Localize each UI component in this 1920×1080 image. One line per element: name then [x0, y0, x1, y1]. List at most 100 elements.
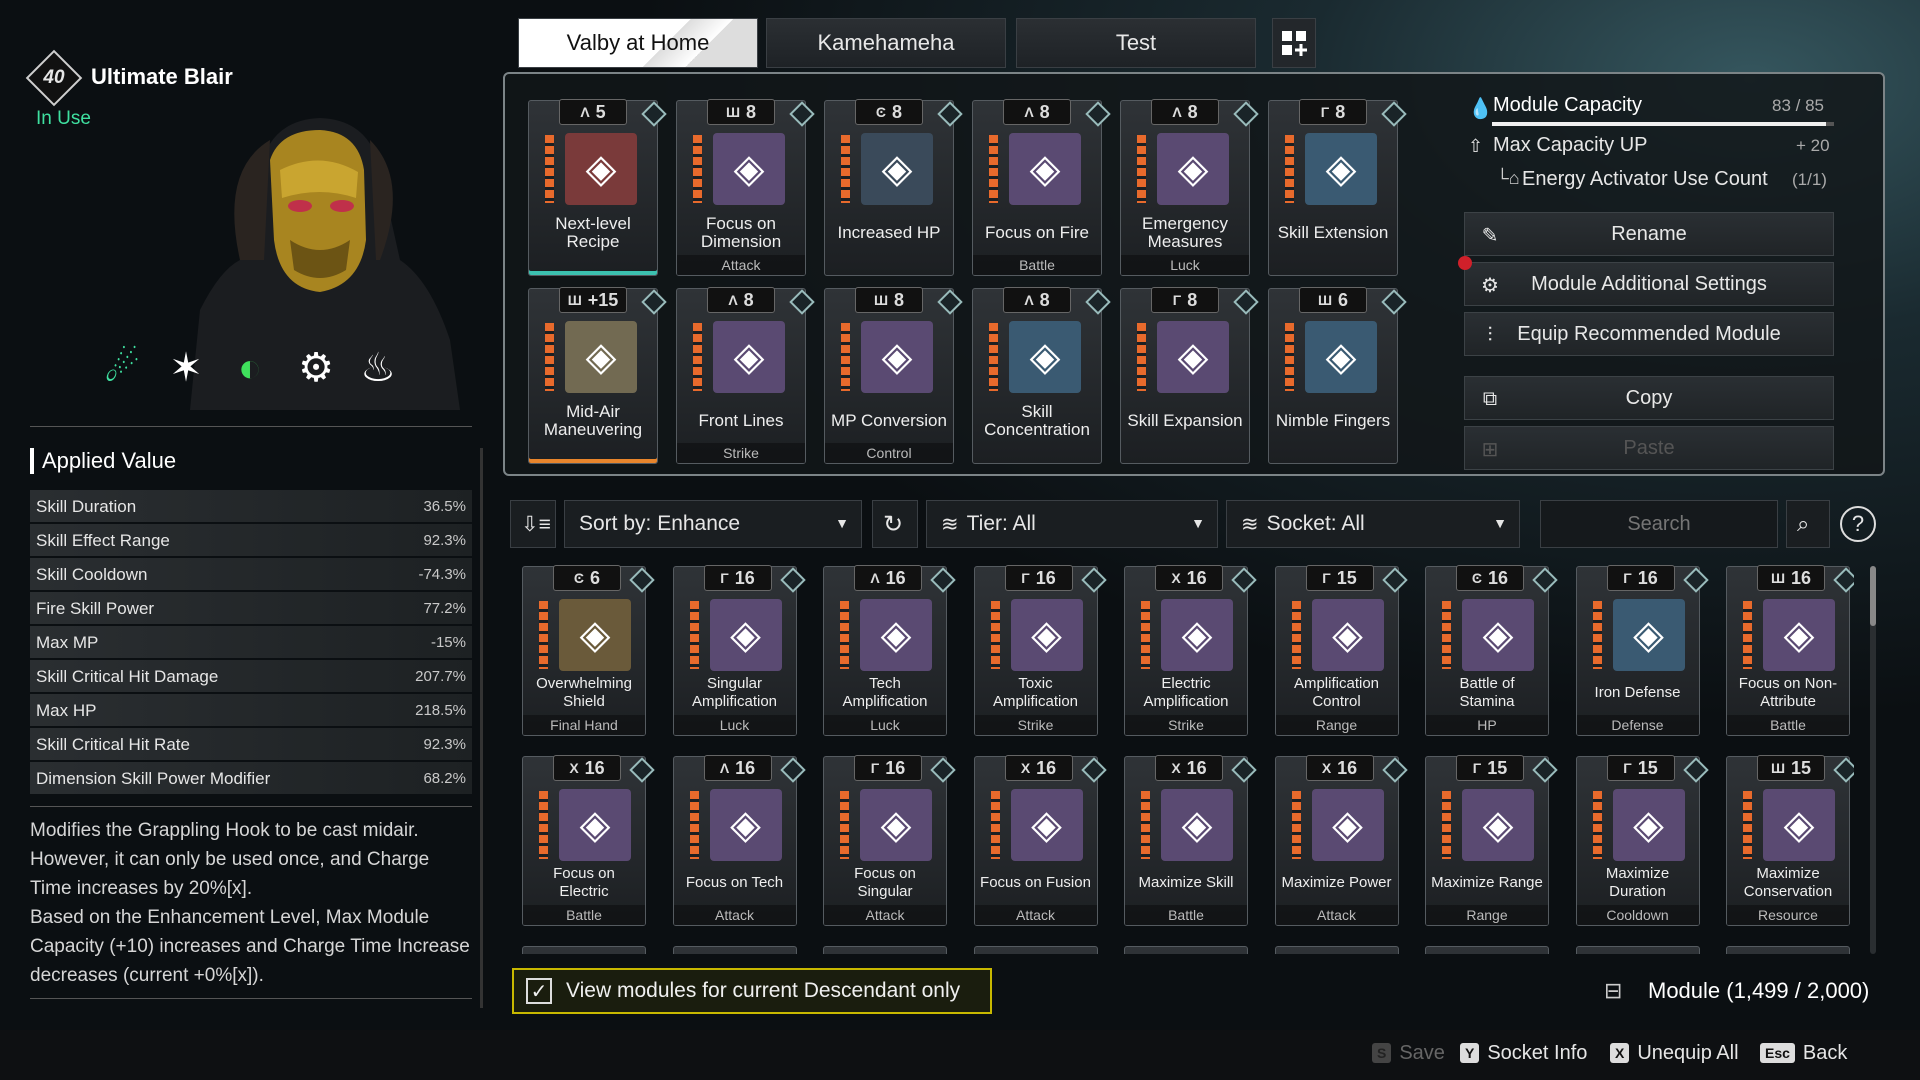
module-category: Defense — [1576, 715, 1699, 735]
module-card[interactable] — [1274, 946, 1399, 954]
capacity-cost: 16 — [1637, 567, 1658, 588]
module-name: Focus on Tech — [685, 874, 784, 891]
tab-loadout-2[interactable]: Kamehameha — [766, 18, 1006, 68]
capacity-cost: 8 — [1335, 101, 1346, 122]
tier-dropdown[interactable]: ≋ Tier: All ▼ — [926, 500, 1218, 548]
module-card[interactable] — [1575, 946, 1700, 954]
module-card[interactable] — [672, 946, 797, 954]
tab-loadout-1[interactable]: Valby at Home — [518, 18, 758, 68]
module-icon: ◈ — [1157, 321, 1229, 393]
enhance-level-bars — [693, 323, 702, 391]
current-descendant-only-checkbox[interactable]: ✓ View modules for current Descendant onl… — [512, 968, 992, 1014]
module-name: Battle of Stamina — [1459, 675, 1515, 710]
module-card[interactable]: Ш 15 ◈ Maximize Conservation Resource — [1726, 755, 1854, 926]
reset-filter-button[interactable]: ↻ — [872, 500, 918, 548]
module-card[interactable]: Λ 5 ◈ Next-level Recipe — [528, 99, 667, 276]
add-grid-icon — [1282, 31, 1307, 56]
module-card[interactable]: Ш 8 ◈ MP Conversion Control — [824, 287, 963, 464]
enhance-level-bars — [989, 323, 998, 391]
socket-cost-badge: Χ 16 — [1305, 755, 1374, 781]
status-label: In Use — [36, 108, 91, 129]
paste-icon: ⊞ — [1481, 438, 1499, 461]
module-name: Overwhelming Shield — [536, 675, 632, 710]
search-input[interactable] — [1540, 500, 1778, 548]
module-card[interactable]: Γ 15 ◈ Maximize Duration Cooldown — [1575, 755, 1709, 926]
socket-cost-badge: Ш 16 — [1757, 565, 1825, 591]
module-card[interactable]: Ш 8 ◈ Focus on Dimension Attack — [676, 99, 815, 276]
module-card[interactable]: Ͼ 6 ◈ Overwhelming Shield Final Hand — [522, 565, 655, 736]
save-key-hint[interactable]: S Save — [1372, 1040, 1445, 1066]
socket-cost-badge: Γ 16 — [854, 755, 922, 781]
module-icon: ◈ — [559, 599, 631, 671]
module-name: Maximize Skill — [1138, 874, 1234, 891]
stat-row: Skill Cooldown -74.3% — [30, 558, 472, 592]
socket-type-icon: Γ — [870, 760, 880, 776]
back-key-hint[interactable]: Esc Back — [1760, 1040, 1847, 1066]
module-card[interactable]: Ш 16 ◈ Focus on Non-Attribute Battle — [1726, 565, 1854, 736]
grid-scroll-thumb[interactable] — [1870, 566, 1876, 626]
module-card[interactable]: Ш +15 ◈ Mid-Air Maneuvering — [528, 287, 667, 464]
module-card[interactable]: Γ 16 ◈ Focus on Singular Attack — [823, 755, 956, 926]
module-card[interactable]: Ͼ 8 ◈ Increased HP — [824, 99, 963, 276]
module-card[interactable]: Χ 16 ◈ Focus on Fusion Attack — [973, 755, 1107, 926]
module-card[interactable]: Λ 16 ◈ Tech Amplification Luck — [823, 565, 956, 736]
rename-button[interactable]: ✎ Rename — [1464, 212, 1834, 256]
module-card[interactable]: Χ 16 ◈ Focus on Electric Battle — [522, 755, 655, 926]
module-card[interactable] — [522, 946, 646, 954]
module-card[interactable]: Λ 8 ◈ Skill Concentration — [972, 287, 1111, 464]
module-card[interactable] — [823, 946, 947, 954]
capacity-cost: 16 — [1036, 757, 1057, 778]
enhance-level-bars — [840, 601, 849, 669]
divider — [30, 426, 472, 427]
module-card[interactable]: Γ 8 ◈ Skill Extension — [1268, 99, 1407, 276]
module-card[interactable] — [1726, 946, 1850, 954]
energy-activator-value: (1/1) — [1792, 170, 1827, 189]
socket-type-icon: Χ — [1321, 760, 1332, 776]
socket-dropdown[interactable]: ≋ Socket: All ▼ — [1226, 500, 1520, 548]
module-category: Final Hand — [523, 715, 645, 735]
search-button[interactable]: ⌕ — [1786, 500, 1830, 548]
paste-button[interactable]: ⊞ Paste — [1464, 426, 1834, 470]
module-icon: ◈ — [1009, 133, 1081, 205]
sort-dropdown[interactable]: Sort by: Enhance ▼ — [564, 500, 862, 548]
module-card[interactable]: Γ 16 ◈ Iron Defense Defense — [1575, 565, 1709, 736]
module-card[interactable]: Γ 16 ◈ Singular Amplification Luck — [672, 565, 806, 736]
add-loadout-button[interactable] — [1272, 18, 1316, 68]
module-card[interactable] — [1425, 946, 1549, 954]
capacity-cost: 16 — [1186, 567, 1207, 588]
module-card[interactable]: Γ 15 ◈ Maximize Range Range — [1425, 755, 1558, 926]
module-card[interactable]: Λ 16 ◈ Focus on Tech Attack — [672, 755, 806, 926]
left-scrollbar[interactable] — [480, 448, 483, 1008]
module-card[interactable]: Χ 16 ◈ Electric Amplification Strike — [1124, 565, 1257, 736]
module-card[interactable]: Ш 6 ◈ Nimble Fingers — [1268, 287, 1407, 464]
tab-loadout-3[interactable]: Test — [1016, 18, 1256, 68]
socket-cost-badge: Ш8 — [707, 99, 775, 125]
module-card[interactable]: Χ 16 ◈ Maximize Power Attack — [1274, 755, 1408, 926]
socket-info-key-hint[interactable]: Y Socket Info — [1460, 1040, 1587, 1066]
skill-4-icon: ⚙ — [298, 346, 334, 390]
module-card[interactable]: Λ 8 ◈ Focus on Fire Battle — [972, 99, 1111, 276]
module-icon: ◈ — [1161, 789, 1233, 861]
module-name: Maximize Range — [1431, 874, 1543, 891]
equip-recommended-button[interactable]: ⫶ Equip Recommended Module — [1464, 312, 1834, 356]
capacity-cost: 16 — [584, 757, 605, 778]
sort-order-button[interactable]: ⇩≡ — [510, 500, 556, 548]
module-card[interactable]: Γ 16 ◈ Toxic Amplification Strike — [973, 565, 1107, 736]
unequip-all-key-hint[interactable]: X Unequip All — [1610, 1040, 1739, 1066]
copy-button[interactable]: ⧉ Copy — [1464, 376, 1834, 420]
module-card[interactable] — [1124, 946, 1248, 954]
module-icon: ◈ — [713, 321, 785, 393]
socket-type-icon: Λ — [870, 570, 880, 586]
module-category: Range — [1426, 905, 1548, 925]
module-card[interactable] — [973, 946, 1098, 954]
module-card[interactable]: Γ 15 ◈ Amplification Control Range — [1274, 565, 1408, 736]
module-card[interactable]: Λ 8 ◈ Front Lines Strike — [676, 287, 815, 464]
module-card[interactable]: Χ 16 ◈ Maximize Skill Battle — [1124, 755, 1257, 926]
capacity-value: 83 / 85 — [1772, 96, 1824, 115]
help-button[interactable]: ? — [1840, 506, 1876, 542]
module-card[interactable]: Γ 8 ◈ Skill Expansion — [1120, 287, 1259, 464]
module-card[interactable]: Ͼ 16 ◈ Battle of Stamina HP — [1425, 565, 1558, 736]
additional-settings-button[interactable]: ⚙ Module Additional Settings — [1464, 262, 1834, 306]
module-category: Resource — [1727, 905, 1849, 925]
module-card[interactable]: Λ 8 ◈ Emergency Measures Luck — [1120, 99, 1259, 276]
